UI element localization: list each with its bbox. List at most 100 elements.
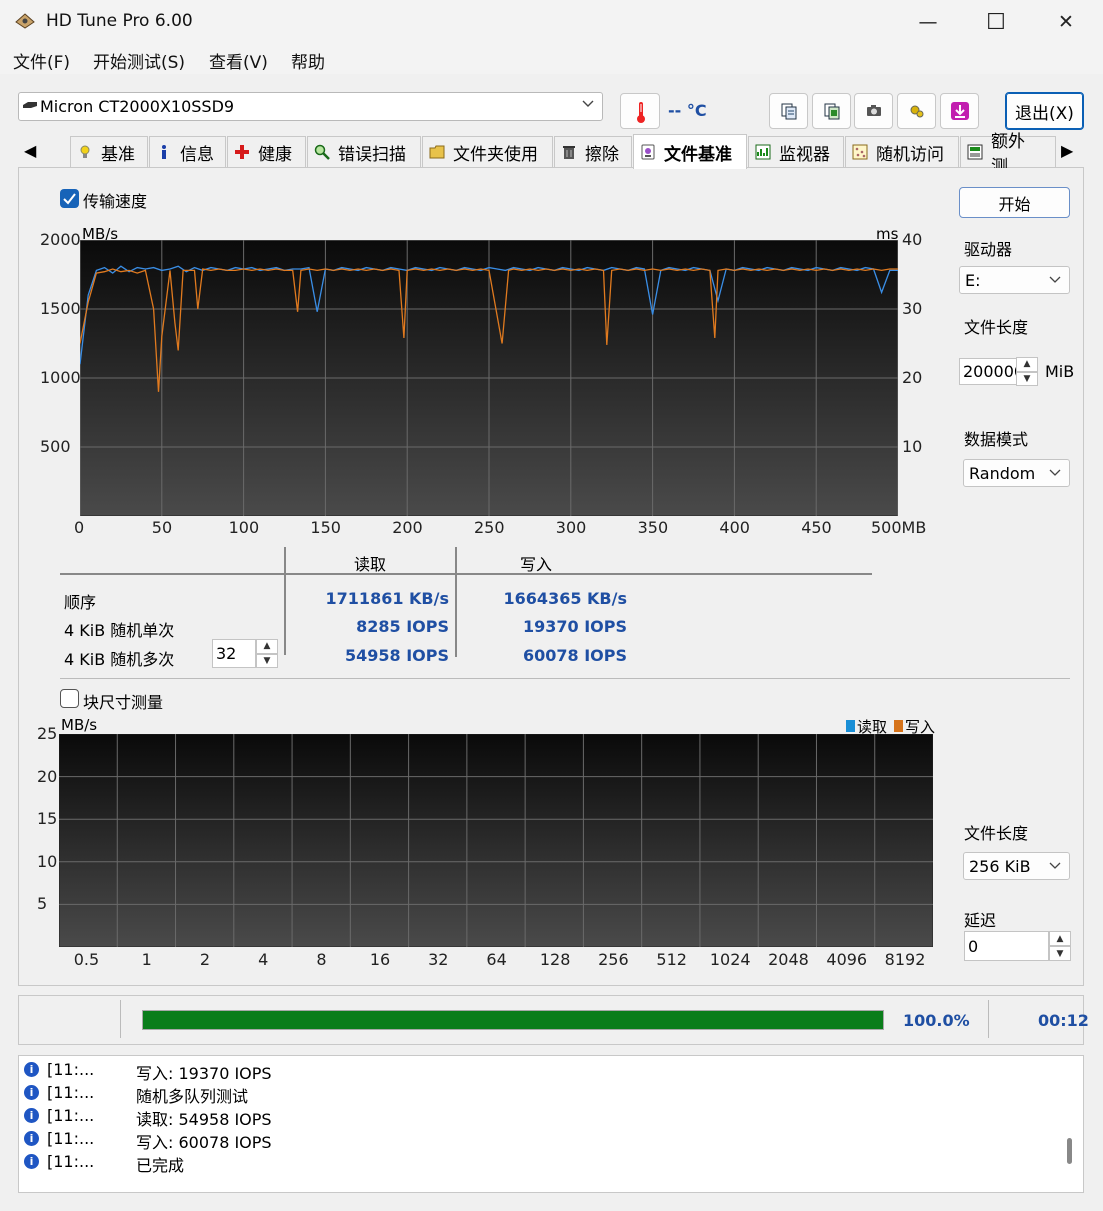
tab-error-scan[interactable]: 错误扫描 — [307, 136, 421, 167]
tab-health[interactable]: 健康 — [227, 136, 306, 167]
x-tick-label: 1 — [141, 950, 152, 969]
row-4k-single-label: 4 KiB 随机单次 — [64, 621, 175, 640]
tab-scroll-right-icon[interactable]: ▶ — [1061, 141, 1073, 160]
plot-area — [59, 734, 933, 947]
y-tick-label: 500 — [40, 437, 71, 456]
tab-random-access[interactable]: 随机访问 — [845, 136, 959, 167]
log-time: [11:... — [47, 1106, 95, 1125]
menu-file[interactable]: 文件(F) — [13, 48, 70, 73]
tab-erase[interactable]: 擦除 — [554, 136, 632, 167]
copy-screen-icon — [824, 103, 839, 120]
queue-depth-input[interactable]: 32 — [212, 639, 256, 668]
transfer-speed-checkbox[interactable] — [60, 189, 79, 208]
info-icon: i — [24, 1108, 39, 1123]
results-header-line — [60, 573, 872, 575]
queue-depth-stepper[interactable]: ▲ ▼ — [256, 639, 278, 668]
copy-screen-button[interactable] — [812, 93, 851, 129]
chevron-down-icon — [1049, 862, 1061, 869]
tab-label: 文件基准 — [664, 144, 732, 165]
log-message: 写入: 60078 IOPS — [136, 1133, 272, 1152]
file-length2-dropdown[interactable]: 256 KiB — [963, 852, 1070, 880]
transfer-speed-chart — [80, 240, 898, 516]
x-tick-label: 8192 — [884, 950, 926, 969]
tab-folder-usage[interactable]: 文件夹使用 — [422, 136, 553, 167]
tab-info[interactable]: 信息 — [149, 136, 226, 167]
log-time: [11:... — [47, 1129, 95, 1148]
file-length2-value: 256 KiB — [969, 856, 1031, 876]
tab-label: 监视器 — [779, 144, 830, 165]
spin-up-icon[interactable]: ▲ — [1016, 357, 1038, 372]
copy-text-button[interactable] — [769, 93, 808, 129]
info-icon — [162, 145, 166, 159]
spin-down-icon[interactable]: ▼ — [1016, 371, 1038, 386]
section-divider — [60, 678, 1070, 679]
x-tick-label: 256 — [598, 950, 629, 969]
spin-up-icon[interactable]: ▲ — [256, 639, 278, 654]
spin-up-icon[interactable]: ▲ — [1049, 931, 1071, 946]
maximize-button[interactable]: ☐ — [961, 0, 1031, 44]
log-scrollbar-thumb[interactable] — [1067, 1138, 1072, 1164]
data-mode-dropdown[interactable]: Random — [963, 459, 1070, 487]
results-divider-1 — [284, 547, 286, 655]
data-mode-label: 数据模式 — [964, 430, 1029, 449]
col-read-header: 读取 — [354, 555, 387, 574]
camera-icon — [866, 105, 881, 116]
menu-start-test[interactable]: 开始测试(S) — [93, 48, 185, 73]
y-tick-label: 15 — [37, 809, 58, 829]
block-size-checkbox[interactable] — [60, 689, 79, 708]
checkmark-icon — [63, 193, 76, 205]
delay-input[interactable]: 0 — [964, 931, 1049, 961]
y-tick-label: 1500 — [40, 299, 81, 318]
health-cross-icon — [235, 145, 249, 159]
menu-help[interactable]: 帮助 — [291, 48, 325, 73]
tab-benchmark[interactable]: 基准 — [70, 136, 148, 167]
file-length-input[interactable]: 200000 — [959, 358, 1017, 385]
drive-letter-dropdown[interactable]: E: — [959, 266, 1070, 294]
tab-file-benchmark[interactable]: 文件基准 — [633, 134, 747, 169]
options-button[interactable] — [897, 93, 936, 129]
x-tick-label: 64 — [486, 950, 507, 969]
monitor-icon — [755, 144, 771, 160]
x-tick-label: 2048 — [768, 950, 809, 969]
chevron-down-icon — [1049, 469, 1061, 476]
close-button[interactable]: ✕ — [1031, 0, 1101, 44]
legend-write-swatch — [894, 720, 903, 732]
tab-label: 擦除 — [585, 144, 619, 165]
results-divider-2 — [455, 547, 457, 657]
temperature-button[interactable] — [620, 93, 660, 129]
y2-tick-label: 30 — [902, 299, 923, 318]
y2-tick-label: 10 — [902, 437, 923, 456]
x-tick-label: 100 — [228, 518, 260, 537]
log-time: [11:... — [47, 1060, 95, 1079]
menu-view[interactable]: 查看(V) — [209, 48, 268, 73]
chevron-down-icon[interactable] — [580, 96, 596, 112]
x-tick-label: 150 — [310, 518, 341, 537]
y-tick-label: 1000 — [40, 368, 81, 387]
log-time: [11:... — [47, 1083, 95, 1102]
tab-monitor[interactable]: 监视器 — [748, 136, 844, 167]
app-icon — [15, 13, 35, 29]
delay-stepper[interactable]: ▲ ▼ — [1049, 931, 1071, 961]
log-time: [11:... — [47, 1152, 95, 1171]
tab-scroll-left-icon[interactable]: ◀ — [24, 141, 36, 160]
x-tick-label: 50 — [151, 518, 173, 537]
file-benchmark-icon — [641, 144, 655, 160]
x-tick-label: 350 — [637, 518, 669, 537]
save-button[interactable] — [940, 93, 979, 129]
x-tick-label: 450 — [801, 518, 832, 537]
y2-tick-label: 20 — [902, 368, 923, 387]
x-tick-label: 8 — [316, 950, 327, 969]
exit-button[interactable]: 退出(X) — [1005, 92, 1084, 130]
file-length-stepper[interactable]: ▲ ▼ — [1016, 357, 1038, 386]
tab-extra-tests[interactable]: 额外测... — [960, 132, 1056, 177]
minimize-button[interactable]: — — [893, 0, 963, 44]
block-size-label: 块尺寸测量 — [83, 693, 164, 712]
start-button[interactable]: 开始 — [959, 187, 1070, 218]
spin-down-icon[interactable]: ▼ — [1049, 946, 1071, 961]
file-length-unit: MiB — [1045, 362, 1075, 381]
screenshot-button[interactable] — [854, 93, 893, 129]
spin-down-icon[interactable]: ▼ — [256, 653, 278, 668]
x-tick-label: 128 — [539, 950, 571, 969]
x-tick-label: 4 — [258, 950, 269, 969]
options-icon — [910, 105, 923, 118]
